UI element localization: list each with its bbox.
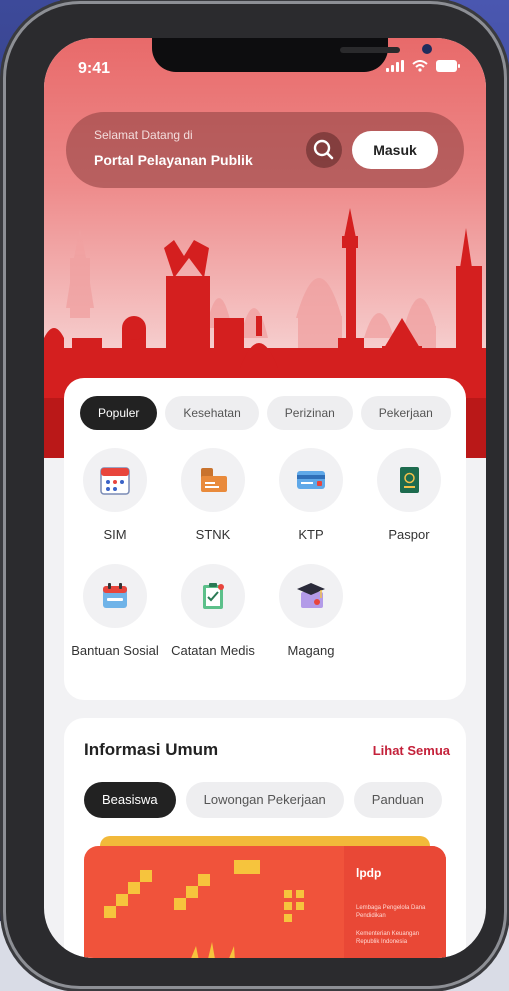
service-label: Magang xyxy=(287,643,335,658)
calendar-icon xyxy=(83,448,147,512)
services-card: Populer Kesehatan Perizinan Pekerjaan SIM xyxy=(64,378,466,700)
app-screen: 9:41 Selamat Datang di Portal Pelayanan … xyxy=(44,38,486,958)
service-label: SIM xyxy=(103,527,127,542)
service-label: Paspor xyxy=(388,527,430,542)
banner-pattern xyxy=(104,860,304,958)
service-sim[interactable]: SIM xyxy=(70,448,160,545)
tab-pekerjaan[interactable]: Pekerjaan xyxy=(360,396,451,430)
graduation-cap-icon xyxy=(279,564,343,628)
portal-title: Portal Pelayanan Publik xyxy=(94,152,253,168)
wifi-icon xyxy=(412,60,428,72)
section-title: Informasi Umum xyxy=(84,740,219,759)
phone-frame: 9:41 Selamat Datang di Portal Pelayanan … xyxy=(6,4,504,986)
service-label: KTP xyxy=(298,527,324,542)
tab-perizinan[interactable]: Perizinan xyxy=(266,396,353,430)
status-icons xyxy=(386,60,460,72)
passport-icon xyxy=(377,448,441,512)
aid-calendar-icon xyxy=(83,564,147,628)
front-camera xyxy=(422,44,432,54)
signal-icon xyxy=(386,60,404,72)
info-section: Informasi Umum Lihat Semua Beasiswa Lowon… xyxy=(64,718,466,958)
tab-populer[interactable]: Populer xyxy=(80,396,158,430)
tab-panduan[interactable]: Panduan xyxy=(353,782,442,818)
lpdp-logo: lpdp xyxy=(356,866,382,880)
info-tabs: Beasiswa Lowongan Pekerjaan Panduan xyxy=(84,782,466,818)
service-ktp[interactable]: KTP xyxy=(266,448,356,545)
tab-beasiswa[interactable]: Beasiswa xyxy=(84,782,176,818)
service-paspor[interactable]: Paspor xyxy=(364,448,454,545)
device-notch xyxy=(152,38,432,72)
status-time: 9:41 xyxy=(78,60,111,77)
search-icon xyxy=(313,139,334,160)
vehicle-doc-icon xyxy=(181,448,245,512)
service-stnk[interactable]: STNK xyxy=(168,448,258,545)
service-label: STNK xyxy=(195,527,231,542)
scholarship-banner[interactable]: lpdp Lembaga Pengelola Dana Pendidikan K… xyxy=(84,846,446,958)
service-bantuan-sosial[interactable]: Bantuan Sosial xyxy=(70,564,160,661)
battery-icon xyxy=(436,60,460,72)
category-tabs: Populer Kesehatan Perizinan Pekerjaan xyxy=(80,396,466,430)
welcome-bar: Selamat Datang di Portal Pelayanan Publi… xyxy=(66,112,464,188)
tab-lowongan-pekerjaan[interactable]: Lowongan Pekerjaan xyxy=(185,782,344,818)
service-label: Catatan Medis xyxy=(171,643,255,658)
medical-clipboard-icon xyxy=(181,564,245,628)
service-label: Bantuan Sosial xyxy=(71,643,159,658)
id-card-icon xyxy=(279,448,343,512)
tab-kesehatan[interactable]: Kesehatan xyxy=(165,396,259,430)
see-all-link[interactable]: Lihat Semua xyxy=(373,743,450,758)
banner-line-1: Lembaga Pengelola Dana Pendidikan xyxy=(356,905,426,919)
greeting-text: Selamat Datang di xyxy=(94,128,193,142)
speaker-grille xyxy=(340,47,400,53)
search-button[interactable] xyxy=(306,132,342,168)
service-catatan-medis[interactable]: Catatan Medis xyxy=(168,564,258,661)
service-magang[interactable]: Magang xyxy=(266,564,356,661)
login-button[interactable]: Masuk xyxy=(352,131,438,169)
banner-line-2: Kementerian Keuangan Republik Indonesia xyxy=(356,931,420,945)
